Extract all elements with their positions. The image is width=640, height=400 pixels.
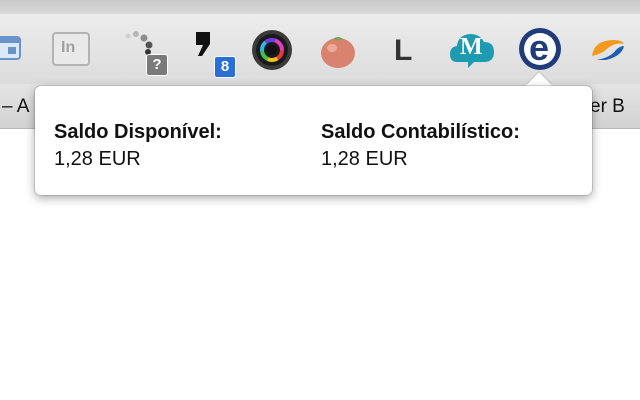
window-top-strip [0,0,640,14]
available-balance: Saldo Disponível: 1,28 EUR [54,120,222,171]
linkedin-icon[interactable]: In [52,32,90,66]
loading-dots-icon[interactable]: ? [120,30,170,76]
m-cloud-label: M [460,34,483,60]
bookmark-right-text[interactable]: er B [590,96,625,118]
linkedin-icon-label: In [61,39,76,56]
partial-logo-icon[interactable] [586,36,626,62]
color-wheel-icon[interactable] [251,29,293,71]
accounting-balance-value: 1,28 EUR [321,148,408,170]
count-badge: 8 [214,56,236,78]
letter-l-icon[interactable]: L [390,34,420,70]
unknown-badge: ? [146,54,168,76]
balance-popup: Saldo Disponível: 1,28 EUR Saldo Contabi… [35,86,592,195]
tomato-icon[interactable] [318,32,358,70]
e-logo-label: e [529,27,550,68]
quote-icon[interactable]: 8 [192,30,238,78]
unknown-badge-text: ? [152,56,162,73]
available-balance-label: Saldo Disponível: [54,121,222,143]
m-cloud-icon[interactable]: M [449,28,495,72]
accounting-balance-label: Saldo Contabilístico: [321,121,520,143]
e-logo-icon[interactable]: e [518,27,562,71]
extensions-toolbar: In ? 8 L M e [0,14,640,84]
web-clip-icon[interactable] [0,34,24,62]
accounting-balance: Saldo Contabilístico: 1,28 EUR [321,120,520,171]
bookmark-left-text[interactable]: – A [2,96,29,118]
letter-l-label: L [394,34,413,67]
available-balance-value: 1,28 EUR [54,148,141,170]
count-badge-text: 8 [220,58,230,75]
